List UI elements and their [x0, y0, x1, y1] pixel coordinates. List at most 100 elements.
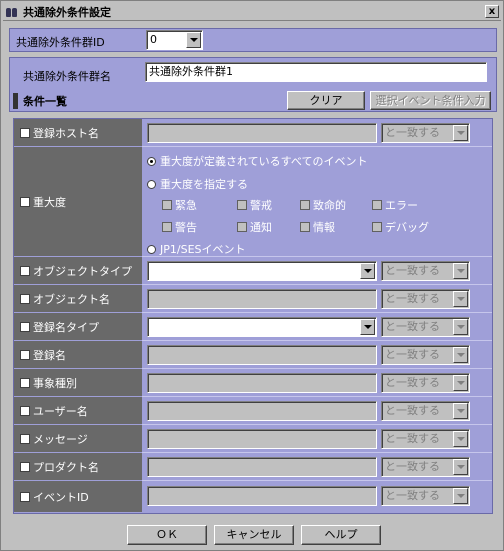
- event-type-input[interactable]: [147, 373, 377, 393]
- radio-all-events[interactable]: 重大度が定義されているすべてのイベント: [147, 153, 367, 169]
- reg-name-checkbox[interactable]: [20, 349, 30, 360]
- object-type-checkbox[interactable]: [20, 265, 30, 276]
- checkbox-icon[interactable]: [372, 200, 382, 210]
- group-name-input[interactable]: 共通除外条件群1: [145, 62, 487, 82]
- reg-type-checkbox[interactable]: [20, 321, 30, 332]
- product-label: プロダクト名: [33, 460, 99, 474]
- radio-icon[interactable]: [147, 179, 156, 189]
- object-name-match-select[interactable]: と一致する: [381, 289, 470, 309]
- object-name-checkbox[interactable]: [20, 293, 30, 304]
- reg-name-input[interactable]: [147, 345, 377, 365]
- row-label-reg-name[interactable]: 登録名: [14, 341, 142, 369]
- chevron-down-icon[interactable]: [453, 347, 468, 363]
- chevron-down-icon[interactable]: [453, 291, 468, 307]
- row-label-product[interactable]: プロダクト名: [14, 453, 142, 481]
- radio-jp1[interactable]: JP1/SESイベント: [147, 241, 246, 257]
- help-button[interactable]: ヘルプ: [301, 525, 381, 545]
- message-input[interactable]: [147, 429, 377, 449]
- group-id-select[interactable]: 0: [146, 30, 203, 50]
- row-message: メッセージ と一致する: [14, 425, 492, 453]
- checkbox-icon[interactable]: [372, 222, 382, 232]
- host-checkbox[interactable]: [20, 127, 30, 138]
- row-label-reg-type[interactable]: 登録名タイプ: [14, 313, 142, 341]
- user-input[interactable]: [147, 401, 377, 421]
- chevron-down-icon[interactable]: [453, 125, 468, 141]
- row-label-message[interactable]: メッセージ: [14, 425, 142, 453]
- chevron-down-icon[interactable]: [360, 263, 375, 279]
- host-match-select[interactable]: と一致する: [381, 123, 470, 143]
- severity-checkbox[interactable]: [20, 196, 30, 207]
- chevron-down-icon[interactable]: [453, 488, 468, 504]
- sev-label: 情報: [313, 221, 335, 234]
- match-value: と一致する: [385, 320, 440, 333]
- group-id-label: 共通除外条件群ID: [16, 36, 105, 49]
- event-id-checkbox[interactable]: [20, 491, 30, 502]
- sev-error[interactable]: エラー: [372, 197, 418, 213]
- reg-type-match-select[interactable]: と一致する: [381, 317, 470, 337]
- sev-info[interactable]: 情報: [300, 219, 335, 235]
- event-id-input[interactable]: [147, 486, 377, 506]
- object-name-input[interactable]: [147, 289, 377, 309]
- host-input[interactable]: [147, 123, 377, 143]
- clear-button[interactable]: クリア: [287, 91, 365, 110]
- close-button[interactable]: x: [485, 5, 499, 18]
- sev-label: 警戒: [250, 199, 272, 212]
- chevron-down-icon[interactable]: [453, 263, 468, 279]
- title-bar: 共通除外条件設定 x: [3, 3, 501, 21]
- sev-critical[interactable]: 致命的: [300, 197, 346, 213]
- row-label-user[interactable]: ユーザー名: [14, 397, 142, 425]
- event-type-match-select[interactable]: と一致する: [381, 373, 470, 393]
- chevron-down-icon[interactable]: [186, 32, 201, 48]
- chevron-down-icon[interactable]: [453, 431, 468, 447]
- checkbox-icon[interactable]: [300, 222, 310, 232]
- chevron-down-icon[interactable]: [453, 375, 468, 391]
- event-type-checkbox[interactable]: [20, 377, 30, 388]
- chevron-down-icon[interactable]: [453, 459, 468, 475]
- message-label: メッセージ: [33, 432, 88, 446]
- sev-debug[interactable]: デバッグ: [372, 219, 429, 235]
- sev-notice[interactable]: 通知: [237, 219, 272, 235]
- sev-alert[interactable]: 警戒: [237, 197, 272, 213]
- product-match-select[interactable]: と一致する: [381, 457, 470, 477]
- sev-label: デバッグ: [385, 221, 429, 234]
- radio-specify[interactable]: 重大度を指定する: [147, 176, 248, 192]
- host-match-value: と一致する: [385, 126, 440, 139]
- sev-label: 緊急: [175, 199, 197, 212]
- object-type-select[interactable]: [147, 261, 377, 281]
- checkbox-icon[interactable]: [162, 200, 172, 210]
- event-id-match-select[interactable]: と一致する: [381, 486, 470, 506]
- product-input[interactable]: [147, 457, 377, 477]
- user-match-select[interactable]: と一致する: [381, 401, 470, 421]
- message-checkbox[interactable]: [20, 433, 30, 444]
- reg-name-match-select[interactable]: と一致する: [381, 345, 470, 365]
- select-event-condition-button[interactable]: 選択イベント条件入力: [370, 91, 491, 110]
- user-checkbox[interactable]: [20, 405, 30, 416]
- row-product: プロダクト名 と一致する: [14, 453, 492, 481]
- row-label-severity[interactable]: 重大度: [14, 147, 142, 257]
- row-label-event-type[interactable]: 事象種別: [14, 369, 142, 397]
- checkbox-icon[interactable]: [162, 222, 172, 232]
- message-match-select[interactable]: と一致する: [381, 429, 470, 449]
- row-label-event-id[interactable]: イベントID: [14, 481, 142, 513]
- checkbox-icon[interactable]: [300, 200, 310, 210]
- sev-warning[interactable]: 警告: [162, 219, 197, 235]
- chevron-down-icon[interactable]: [453, 319, 468, 335]
- sev-label: 致命的: [313, 199, 346, 212]
- sev-emergency[interactable]: 緊急: [162, 197, 197, 213]
- ok-button[interactable]: ＯＫ: [127, 525, 207, 545]
- reg-type-select[interactable]: [147, 317, 377, 337]
- object-type-match-select[interactable]: と一致する: [381, 261, 470, 281]
- product-checkbox[interactable]: [20, 461, 30, 472]
- row-reg-type: 登録名タイプ と一致する: [14, 313, 492, 341]
- row-label-object-name[interactable]: オブジェクト名: [14, 285, 142, 313]
- radio-icon[interactable]: [147, 244, 156, 254]
- checkbox-icon[interactable]: [237, 222, 247, 232]
- cancel-button[interactable]: キャンセル: [214, 525, 294, 545]
- checkbox-icon[interactable]: [237, 200, 247, 210]
- radio-icon[interactable]: [147, 156, 156, 166]
- row-label-object-type[interactable]: オブジェクトタイプ: [14, 257, 142, 285]
- section-bar: [13, 93, 18, 109]
- chevron-down-icon[interactable]: [453, 403, 468, 419]
- chevron-down-icon[interactable]: [360, 319, 375, 335]
- row-label-host[interactable]: 登録ホスト名: [14, 119, 142, 147]
